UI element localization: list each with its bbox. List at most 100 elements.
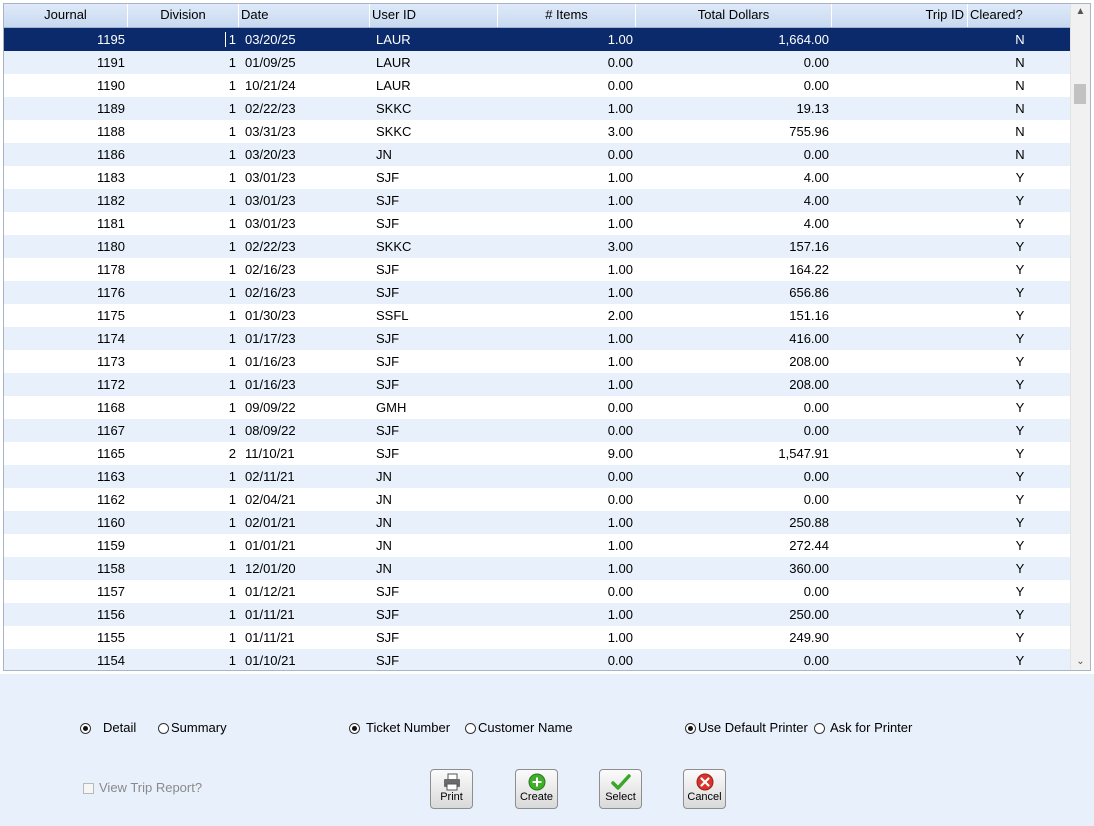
- print-label: Print: [440, 791, 463, 803]
- table-row[interactable]: 1168 1 09/09/22 GMH 0.00 0.00 Y: [4, 396, 1072, 419]
- col-header-journal[interactable]: Journal: [4, 4, 128, 27]
- cell-total: 250.88: [789, 515, 829, 530]
- col-header-trip-id[interactable]: Trip ID: [832, 4, 968, 27]
- journal-grid[interactable]: Journal Division Date User ID # Items To…: [3, 3, 1091, 671]
- cell-user: JN: [376, 469, 392, 484]
- customer-name-radio[interactable]: [465, 722, 476, 734]
- table-row[interactable]: 1186 1 03/20/23 JN 0.00 0.00 N: [4, 143, 1072, 166]
- ask-for-printer-radio[interactable]: [814, 722, 825, 734]
- scroll-up-icon[interactable]: ▲: [1071, 4, 1090, 20]
- cell-user: SJF: [376, 446, 400, 461]
- cell-total: 416.00: [789, 331, 829, 346]
- table-row[interactable]: 1195 1 03/20/25 LAUR 1.00 1,664.00 N: [4, 28, 1072, 51]
- table-row[interactable]: 1159 1 01/01/21 JN 1.00 272.44 Y: [4, 534, 1072, 557]
- col-header-date[interactable]: Date: [239, 4, 370, 27]
- summary-radio[interactable]: [158, 722, 169, 734]
- cell-trip: [832, 166, 968, 189]
- cell-date: 01/10/21: [245, 653, 296, 668]
- ask-for-printer-option[interactable]: Ask for Printer: [814, 719, 912, 737]
- cell-user: SJF: [376, 331, 400, 346]
- cell-user: GMH: [376, 400, 407, 415]
- table-row[interactable]: 1174 1 01/17/23 SJF 1.00 416.00 Y: [4, 327, 1072, 350]
- table-row[interactable]: 1188 1 03/31/23 SKKC 3.00 755.96 N: [4, 120, 1072, 143]
- table-row[interactable]: 1180 1 02/22/23 SKKC 3.00 157.16 Y: [4, 235, 1072, 258]
- table-row[interactable]: 1173 1 01/16/23 SJF 1.00 208.00 Y: [4, 350, 1072, 373]
- table-row[interactable]: 1160 1 02/01/21 JN 1.00 250.88 Y: [4, 511, 1072, 534]
- cell-total: 272.44: [789, 538, 829, 553]
- use-default-printer-label: Use Default Printer: [698, 720, 808, 735]
- table-row[interactable]: 1182 1 03/01/23 SJF 1.00 4.00 Y: [4, 189, 1072, 212]
- col-header-total-dollars[interactable]: Total Dollars: [636, 4, 832, 27]
- table-row[interactable]: 1154 1 01/10/21 SJF 0.00 0.00 Y: [4, 649, 1072, 670]
- cell-division: 1: [228, 653, 236, 668]
- cell-trip: [832, 419, 968, 442]
- cancel-button[interactable]: Cancel: [683, 769, 726, 809]
- vertical-scrollbar[interactable]: ▲ ⌄: [1070, 4, 1090, 670]
- cell-user: SSFL: [376, 308, 409, 323]
- ticket-number-radio[interactable]: [349, 722, 360, 734]
- cell-user: LAUR: [376, 55, 411, 70]
- table-row[interactable]: 1191 1 01/09/25 LAUR 0.00 0.00 N: [4, 51, 1072, 74]
- select-button[interactable]: Select: [599, 769, 642, 809]
- table-row[interactable]: 1190 1 10/21/24 LAUR 0.00 0.00 N: [4, 74, 1072, 97]
- cell-trip: [832, 465, 968, 488]
- create-button[interactable]: Create: [515, 769, 558, 809]
- col-header-cleared[interactable]: Cleared?: [968, 4, 1072, 27]
- cell-cleared: Y: [1015, 607, 1025, 622]
- cell-cleared: N: [1015, 55, 1025, 70]
- table-row[interactable]: 1167 1 08/09/22 SJF 0.00 0.00 Y: [4, 419, 1072, 442]
- table-row[interactable]: 1165 2 11/10/21 SJF 9.00 1,547.91 Y: [4, 442, 1072, 465]
- cell-user: JN: [376, 515, 392, 530]
- cell-journal: 1181: [97, 216, 125, 231]
- table-row[interactable]: 1175 1 01/30/23 SSFL 2.00 151.16 Y: [4, 304, 1072, 327]
- cell-trip: [832, 304, 968, 327]
- view-trip-report-option[interactable]: View Trip Report?: [83, 779, 202, 797]
- cell-user: SJF: [376, 584, 400, 599]
- table-row[interactable]: 1189 1 02/22/23 SKKC 1.00 19.13 N: [4, 97, 1072, 120]
- cell-date: 01/30/23: [245, 308, 296, 323]
- table-row[interactable]: 1172 1 01/16/23 SJF 1.00 208.00 Y: [4, 373, 1072, 396]
- table-row[interactable]: 1158 1 12/01/20 JN 1.00 360.00 Y: [4, 557, 1072, 580]
- table-row[interactable]: 1181 1 03/01/23 SJF 1.00 4.00 Y: [4, 212, 1072, 235]
- cell-items: 1.00: [607, 101, 633, 116]
- cell-cleared: Y: [1015, 193, 1025, 208]
- cell-journal: 1155: [97, 630, 125, 645]
- table-row[interactable]: 1176 1 02/16/23 SJF 1.00 656.86 Y: [4, 281, 1072, 304]
- table-row[interactable]: 1163 1 02/11/21 JN 0.00 0.00 Y: [4, 465, 1072, 488]
- use-default-printer-option[interactable]: Use Default Printer: [685, 719, 808, 737]
- cell-trip: [832, 373, 968, 396]
- scroll-down-icon[interactable]: ⌄: [1071, 654, 1090, 670]
- cell-trip: [832, 580, 968, 603]
- table-row[interactable]: 1178 1 02/16/23 SJF 1.00 164.22 Y: [4, 258, 1072, 281]
- customer-name-option[interactable]: Customer Name: [465, 719, 573, 737]
- table-row[interactable]: 1156 1 01/11/21 SJF 1.00 250.00 Y: [4, 603, 1072, 626]
- summary-label: Summary: [171, 720, 227, 735]
- col-header-user-id[interactable]: User ID: [370, 4, 498, 27]
- cell-date: 01/11/21: [245, 607, 295, 622]
- table-row[interactable]: 1155 1 01/11/21 SJF 1.00 249.90 Y: [4, 626, 1072, 649]
- ticket-number-option[interactable]: Ticket Number: [349, 719, 450, 737]
- cell-division: 1: [228, 262, 236, 277]
- table-row[interactable]: 1162 1 02/04/21 JN 0.00 0.00 Y: [4, 488, 1072, 511]
- cell-trip: [832, 649, 968, 670]
- cell-items: 0.00: [607, 400, 633, 415]
- summary-option[interactable]: Summary: [158, 719, 227, 737]
- cell-cleared: Y: [1015, 262, 1025, 277]
- table-row[interactable]: 1157 1 01/12/21 SJF 0.00 0.00 Y: [4, 580, 1072, 603]
- print-button[interactable]: Print: [430, 769, 473, 809]
- scrollbar-thumb[interactable]: [1074, 84, 1086, 104]
- cell-cleared: N: [1015, 78, 1025, 93]
- cell-date: 08/09/22: [245, 423, 296, 438]
- col-header-division[interactable]: Division: [128, 4, 239, 27]
- view-trip-report-checkbox[interactable]: [83, 782, 94, 794]
- table-row[interactable]: 1183 1 03/01/23 SJF 1.00 4.00 Y: [4, 166, 1072, 189]
- use-default-printer-radio[interactable]: [685, 722, 696, 734]
- cell-date: 03/01/23: [245, 193, 296, 208]
- col-header-items[interactable]: # Items: [498, 4, 636, 27]
- cell-user: JN: [376, 538, 392, 553]
- cell-items: 0.00: [607, 55, 633, 70]
- cell-items: 1.00: [607, 262, 633, 277]
- cell-date: 02/11/21: [245, 469, 295, 484]
- detail-radio[interactable]: [80, 722, 91, 734]
- detail-option[interactable]: Detail: [80, 719, 136, 737]
